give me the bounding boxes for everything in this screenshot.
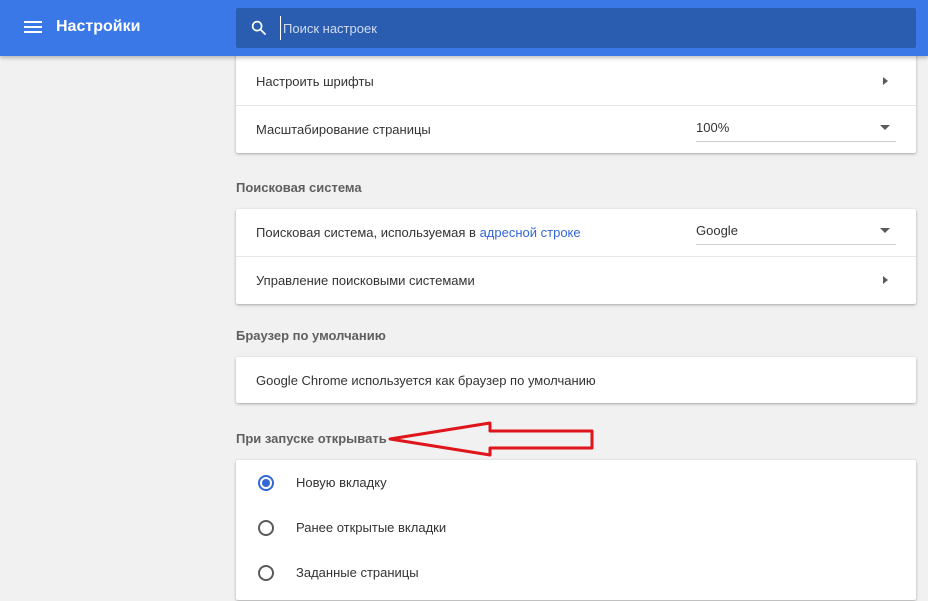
app-title: Настройки	[56, 18, 141, 35]
startup-option-label: Новую вкладку	[296, 475, 387, 490]
default-browser-card: Google Chrome используется как браузер п…	[236, 357, 916, 403]
search-engine-card: Поисковая система, используемая в адресн…	[236, 209, 916, 304]
dropdown-arrow-icon	[880, 125, 890, 130]
default-browser-row: Google Chrome используется как браузер п…	[236, 357, 916, 403]
manage-search-engines-label: Управление поисковыми системами	[256, 272, 475, 288]
search-engine-value: Google	[696, 223, 738, 238]
customize-fonts-label: Настроить шрифты	[256, 74, 374, 89]
search-engine-row: Поисковая система, используемая в адресн…	[236, 209, 916, 256]
radio-button[interactable]	[258, 519, 274, 536]
chevron-right-icon	[883, 77, 888, 85]
startup-option-label: Заданные страницы	[296, 565, 419, 580]
page-zoom-row: Масштабирование страницы 100%	[236, 105, 916, 152]
startup-option-continue[interactable]: Ранее открытые вкладки	[236, 505, 916, 550]
radio-button-checked[interactable]	[258, 474, 274, 491]
startup-option-label: Ранее открытые вкладки	[296, 520, 447, 535]
chevron-right-icon	[883, 276, 888, 284]
address-bar-link[interactable]: адресной строке	[480, 225, 581, 240]
settings-toolbar: Настройки	[0, 0, 928, 56]
search-engine-section-title: Поисковая система	[236, 180, 362, 195]
on-startup-card: Новую вкладку Ранее открытые вкладки Зад…	[236, 460, 916, 600]
annotation-arrow-icon	[388, 421, 594, 457]
customize-fonts-row[interactable]: Настроить шрифты	[236, 58, 916, 105]
search-engine-label-text: Поисковая система, используемая в	[256, 225, 480, 240]
search-icon	[251, 20, 266, 35]
search-input[interactable]	[280, 16, 880, 40]
search-box[interactable]	[236, 8, 916, 48]
startup-option-new-tab[interactable]: Новую вкладку	[236, 460, 916, 505]
on-startup-section-title: При запуске открывать	[236, 431, 387, 446]
hamburger-menu-icon[interactable]	[17, 14, 43, 40]
default-browser-status: Google Chrome используется как браузер п…	[256, 372, 596, 388]
search-engine-select[interactable]: Google	[696, 219, 896, 245]
search-engine-label: Поисковая система, используемая в адресн…	[256, 225, 581, 240]
appearance-card: Настроить шрифты Масштабирование страниц…	[236, 42, 916, 153]
dropdown-arrow-icon	[880, 228, 890, 233]
manage-search-engines-row[interactable]: Управление поисковыми системами	[236, 256, 916, 303]
startup-option-specific-pages[interactable]: Заданные страницы	[236, 550, 916, 595]
page-zoom-label: Масштабирование страницы	[256, 121, 431, 137]
page-zoom-value: 100%	[696, 120, 730, 135]
radio-button[interactable]	[258, 564, 274, 581]
page-zoom-select[interactable]: 100%	[696, 116, 896, 142]
default-browser-section-title: Браузер по умолчанию	[236, 328, 386, 343]
